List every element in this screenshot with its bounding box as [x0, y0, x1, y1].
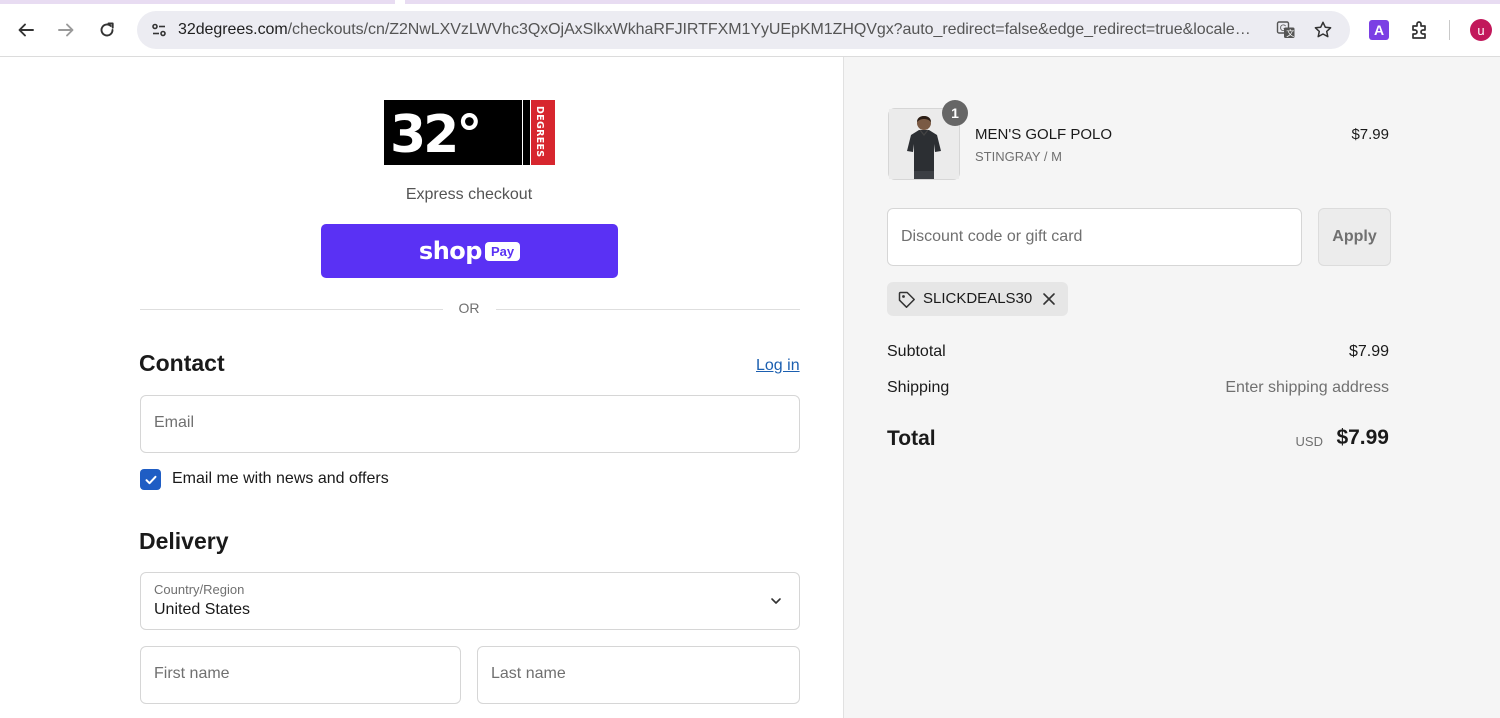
checkmark-icon: [145, 475, 156, 484]
email-placeholder: Email: [154, 414, 195, 431]
quantity-badge: 1: [942, 100, 968, 126]
product-name: MEN'S GOLF POLO: [975, 126, 1113, 143]
last-name-field[interactable]: Last name: [477, 646, 800, 704]
log-in-link[interactable]: Log in: [756, 357, 800, 375]
url-text[interactable]: 32degrees.com/checkouts/cn/Z2NwLXVzLWVhc…: [178, 21, 1258, 39]
newsletter-checkbox[interactable]: [140, 469, 161, 490]
discount-placeholder: Discount code or gift card: [901, 228, 1083, 245]
express-checkout-label: Express checkout: [405, 186, 533, 203]
total-label: Total: [887, 427, 936, 450]
country-value: United States: [154, 601, 251, 618]
tab-strip-edge: [0, 0, 1500, 4]
shop-pay-wordmark: shop: [418, 237, 483, 265]
close-icon[interactable]: [1041, 291, 1057, 307]
divider-left: [140, 309, 443, 310]
svg-text:文: 文: [1286, 28, 1294, 38]
svg-text:32°: 32°: [390, 105, 479, 165]
bookmark-star-icon[interactable]: [1313, 20, 1333, 40]
svg-text:DEGREES: DEGREES: [534, 106, 545, 157]
first-name-placeholder: First name: [154, 665, 230, 682]
applied-discount-tag: SLICKDEALS30: [887, 282, 1068, 316]
newsletter-label: Email me with news and offers: [172, 470, 389, 487]
back-button[interactable]: [10, 14, 42, 46]
tune-icon: [152, 23, 166, 37]
extensions-puzzle-icon[interactable]: [1409, 19, 1431, 41]
translate-icon[interactable]: G文: [1276, 20, 1296, 40]
discount-code-text: SLICKDEALS30: [923, 290, 1033, 307]
forward-button[interactable]: [50, 14, 82, 46]
shop-pay-button[interactable]: shop Pay: [321, 224, 618, 278]
divider-right: [496, 309, 800, 310]
country-select[interactable]: Country/Region United States: [140, 572, 800, 630]
shop-pay-badge: Pay: [484, 241, 521, 261]
discount-code-input[interactable]: Discount code or gift card: [887, 208, 1302, 266]
product-price: $7.99: [1351, 126, 1389, 143]
delivery-heading: Delivery: [139, 528, 229, 554]
shipping-label: Shipping: [887, 379, 950, 396]
product-variant: STINGRAY / M: [975, 149, 1062, 164]
arrow-left-icon: [18, 23, 34, 37]
first-name-field[interactable]: First name: [140, 646, 461, 704]
total-currency: USD: [1295, 434, 1323, 449]
subtotal-value: $7.99: [1348, 343, 1389, 360]
reload-button[interactable]: [91, 14, 123, 46]
order-summary: 1 MEN'S GOLF POLO STINGRAY / M $7.99 Dis…: [843, 57, 1500, 718]
arrow-right-icon: [58, 23, 74, 37]
chevron-down-icon: [771, 598, 781, 604]
or-divider-label: OR: [458, 300, 480, 316]
extension-a-icon[interactable]: A: [1369, 20, 1389, 40]
toolbar-divider: [1449, 20, 1450, 40]
reload-icon: [100, 22, 114, 37]
browser-toolbar: 32degrees.com/checkouts/cn/Z2NwLXVzLWVhc…: [0, 0, 1500, 57]
last-name-placeholder: Last name: [491, 665, 566, 682]
url-path: /checkouts/cn/Z2NwLXVzLWVhc3QxOjAxSlkxWk…: [287, 21, 1258, 38]
contact-heading: Contact: [139, 350, 225, 376]
shipping-value: Enter shipping address: [1225, 379, 1389, 396]
total-value: $7.99: [1336, 426, 1389, 449]
brand-logo: 32° DEGREES: [384, 100, 555, 165]
country-label: Country/Region: [154, 582, 245, 597]
subtotal-label: Subtotal: [887, 343, 946, 360]
tag-icon: [898, 291, 915, 308]
profile-avatar[interactable]: u: [1470, 19, 1492, 41]
apply-button[interactable]: Apply: [1318, 208, 1391, 266]
checkout-main: 32° DEGREES Express checkout shop Pay OR…: [0, 57, 843, 718]
address-bar[interactable]: 32degrees.com/checkouts/cn/Z2NwLXVzLWVhc…: [137, 11, 1350, 49]
email-field[interactable]: Email: [140, 395, 800, 453]
site-info-button[interactable]: [145, 16, 173, 44]
url-host: 32degrees.com: [178, 21, 288, 38]
